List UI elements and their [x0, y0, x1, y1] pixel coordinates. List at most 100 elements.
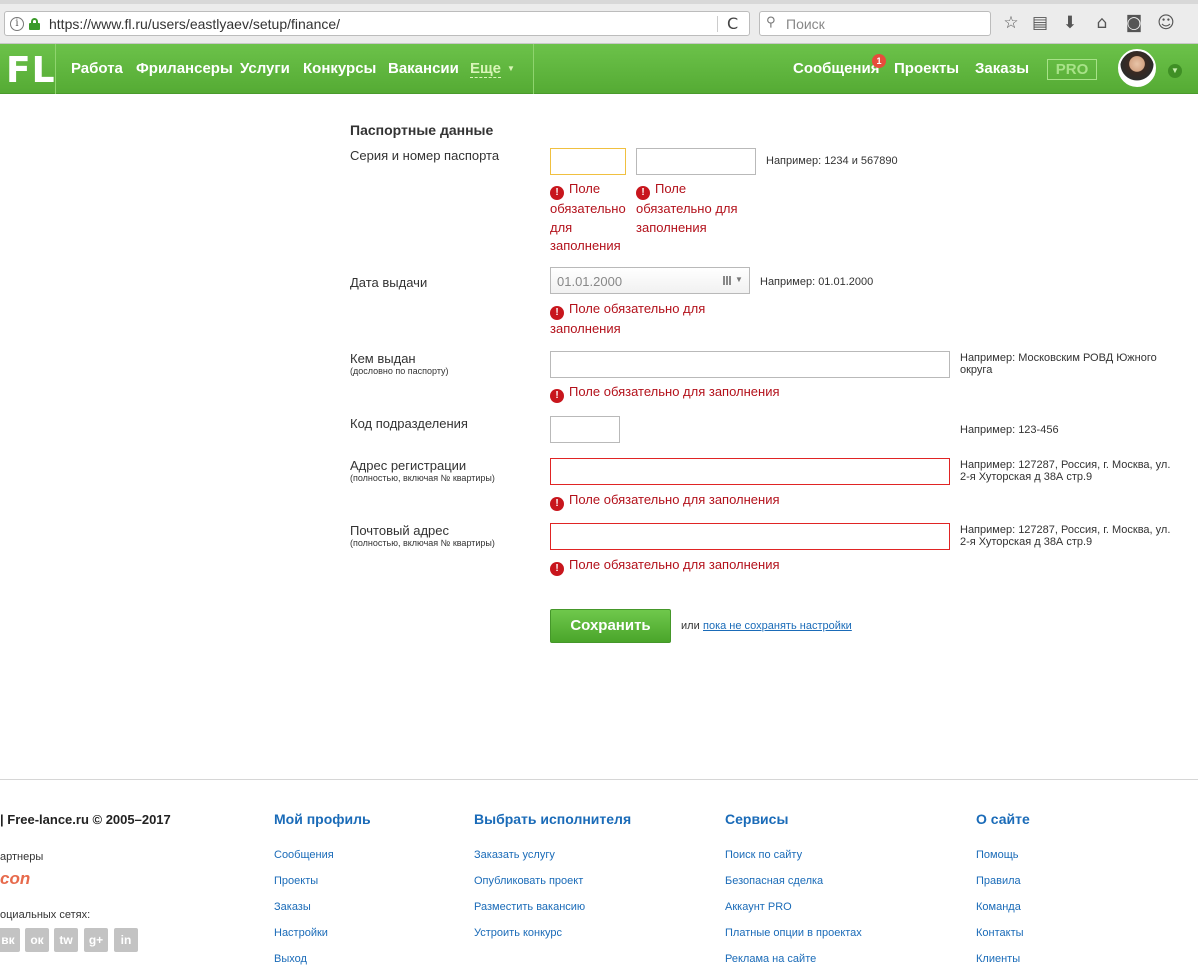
postal-address-error: ! Поле обязательно для заполнения — [550, 556, 780, 576]
error-icon: ! — [550, 306, 564, 320]
footer-link[interactable]: Реклама на сайте — [725, 953, 816, 965]
site-logo[interactable]: FL — [6, 50, 56, 91]
issue-date-hint: Например: 01.01.2000 — [760, 276, 874, 288]
footer-link[interactable]: Поиск по сайту — [725, 849, 802, 861]
reg-address-error: ! Поле обязательно для заполнения — [550, 491, 780, 511]
passport-hint: Например: 1234 и 567890 — [766, 155, 898, 167]
home-icon[interactable]: ⌂ — [1091, 12, 1113, 34]
dept-code-hint: Например: 123-456 — [960, 424, 1059, 436]
nav-orders[interactable]: Заказы — [975, 60, 1029, 77]
nav-services[interactable]: Услуги — [240, 60, 290, 77]
nav-freelancers[interactable]: Фрилансеры — [136, 60, 233, 77]
or-text: или — [681, 620, 700, 632]
footer-link[interactable]: Заказы — [274, 901, 311, 913]
issued-by-sublabel: (дословно по паспорту) — [350, 366, 449, 376]
footer-link[interactable]: Контакты — [976, 927, 1024, 939]
passport-series-input[interactable] — [550, 148, 626, 175]
reload-icon[interactable]: C — [727, 14, 738, 33]
issued-by-error: ! Поле обязательно для заполнения — [550, 383, 780, 403]
save-button[interactable]: Сохранить — [550, 609, 671, 643]
postal-address-hint: Например: 127287, Россия, г. Москва, ул.… — [960, 524, 1171, 548]
avatar[interactable] — [1118, 49, 1156, 87]
linkedin-icon[interactable]: in — [114, 928, 138, 952]
issue-date-picker[interactable]: 01.01.2000 ▼ — [550, 267, 750, 294]
address-bar[interactable]: i https://www.fl.ru/users/eastlyaev/setu… — [4, 11, 750, 36]
twitter-icon[interactable]: tw — [54, 928, 78, 952]
lock-icon — [29, 18, 40, 30]
tab-strip — [0, 0, 1198, 4]
pocket-icon[interactable]: ◙ — [1123, 12, 1145, 34]
issued-by-input[interactable] — [550, 351, 950, 378]
footer-col-title-profile[interactable]: Мой профиль — [274, 811, 371, 827]
footer-col-title-about[interactable]: О сайте — [976, 811, 1030, 827]
footer-link[interactable]: Команда — [976, 901, 1021, 913]
footer-col-title-services[interactable]: Сервисы — [725, 811, 788, 827]
footer-link[interactable]: Клиенты — [976, 953, 1020, 965]
chevron-down-icon[interactable]: ▼ — [507, 64, 515, 73]
nav-contests[interactable]: Конкурсы — [303, 60, 376, 77]
footer-link[interactable]: Настройки — [274, 927, 328, 939]
passport-number-error: ! Поле обязательно для заполнения — [636, 181, 738, 235]
issue-date-value: 01.01.2000 — [557, 274, 623, 289]
issue-date-error: ! Поле обязательно для заполнения — [550, 301, 706, 336]
social-label: оциальных сетях: — [0, 909, 91, 921]
info-icon[interactable]: i — [10, 17, 24, 31]
footer-link[interactable]: Правила — [976, 875, 1021, 887]
footer-link[interactable]: Опубликовать проект — [474, 875, 583, 887]
download-icon[interactable]: ⬇ — [1059, 12, 1081, 34]
pro-button[interactable]: PRO — [1047, 59, 1097, 80]
footer-link[interactable]: Разместить вакансию — [474, 901, 585, 913]
skip-settings-link[interactable]: пока не сохранять настройки — [703, 620, 852, 632]
nav-more[interactable]: Еще — [470, 60, 502, 78]
odnoklassniki-icon[interactable]: ок — [25, 928, 49, 952]
url-divider — [717, 16, 718, 32]
passport-number-input[interactable] — [636, 148, 756, 175]
google-plus-icon[interactable]: g+ — [84, 928, 108, 952]
nav-work[interactable]: Работа — [71, 60, 123, 77]
browser-search-box[interactable]: ⚲ Поиск — [759, 11, 991, 36]
calendar-icon[interactable] — [723, 276, 732, 285]
issued-by-hint: Например: Московским РОВД Южного округа — [960, 352, 1157, 376]
postal-address-input[interactable] — [550, 523, 950, 550]
reg-address-label: Адрес регистрации — [350, 458, 467, 473]
nav-messages[interactable]: Сообщения — [793, 60, 879, 77]
bookmark-star-icon[interactable]: ☆ — [1000, 12, 1022, 34]
nav-vacancies[interactable]: Вакансии — [388, 60, 459, 77]
footer-link[interactable]: Проекты — [274, 875, 318, 887]
footer-link[interactable]: Аккаунт PRO — [725, 901, 792, 913]
footer-link[interactable]: Сообщения — [274, 849, 334, 861]
browser-toolbar: i https://www.fl.ru/users/eastlyaev/setu… — [0, 0, 1198, 44]
url-text[interactable]: https://www.fl.ru/users/eastlyaev/setup/… — [49, 16, 340, 32]
partner-logo[interactable]: con — [0, 869, 30, 889]
error-icon: ! — [550, 389, 564, 403]
reg-address-hint: Например: 127287, Россия, г. Москва, ул.… — [960, 459, 1171, 483]
partners-label: артнеры — [0, 851, 44, 863]
reg-address-input[interactable] — [550, 458, 950, 485]
reg-address-sublabel: (полностью, включая № квартиры) — [350, 473, 495, 483]
footer-link[interactable]: Помощь — [976, 849, 1019, 861]
messages-count-badge: 1 — [872, 54, 886, 68]
footer-divider — [0, 779, 1198, 780]
postal-address-sublabel: (полностью, включая № квартиры) — [350, 538, 495, 548]
chevron-down-icon[interactable]: ▼ — [735, 275, 743, 284]
nav-projects[interactable]: Проекты — [894, 60, 959, 77]
footer-link[interactable]: Платные опции в проектах — [725, 927, 862, 939]
error-icon: ! — [550, 562, 564, 576]
footer-col-title-choose[interactable]: Выбрать исполнителя — [474, 811, 631, 827]
extension-icon[interactable]: ☺ — [1155, 12, 1177, 34]
error-icon: ! — [550, 186, 564, 200]
vk-icon[interactable]: вк — [0, 928, 20, 952]
section-title: Паспортные данные — [350, 122, 494, 138]
footer-link[interactable]: Заказать услугу — [474, 849, 555, 861]
chevron-down-icon[interactable]: ▼ — [1168, 64, 1182, 78]
passport-label: Серия и номер паспорта — [350, 148, 500, 163]
reading-list-icon[interactable]: ▤ — [1029, 12, 1051, 34]
error-icon: ! — [550, 497, 564, 511]
dept-code-input[interactable] — [550, 416, 620, 443]
footer-link[interactable]: Выход — [274, 953, 307, 965]
search-placeholder: Поиск — [786, 16, 825, 32]
issued-by-label: Кем выдан — [350, 351, 416, 366]
footer-link[interactable]: Безопасная сделка — [725, 875, 823, 887]
error-icon: ! — [636, 186, 650, 200]
footer-link[interactable]: Устроить конкурс — [474, 927, 562, 939]
